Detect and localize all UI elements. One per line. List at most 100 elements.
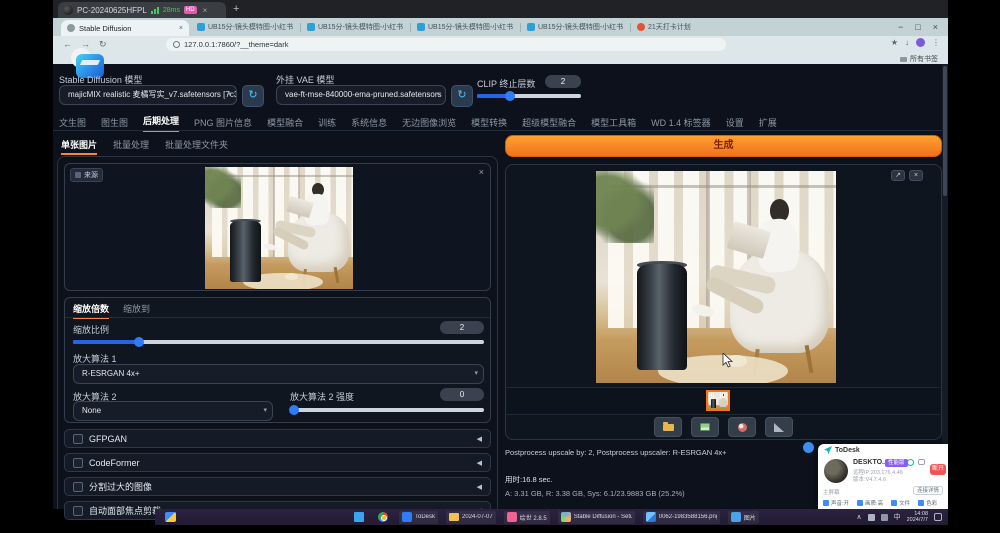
gfpgan-label: GFPGAN [89,434,471,444]
reload-icon[interactable]: ↻ [99,39,107,50]
voice-call-icon[interactable] [907,459,914,466]
site-info-icon[interactable] [173,41,180,48]
all-bookmarks-label: 所有书签 [910,54,938,64]
source-label: 来源 [84,170,98,180]
accordion-codeformer[interactable]: CodeFormer ◀ [64,453,491,472]
browser-menu-icon[interactable]: ⋮ [932,38,940,47]
source-image[interactable] [205,167,353,289]
refresh-model-button[interactable]: ↻ [242,85,264,107]
gfpgan-checkbox[interactable] [73,434,83,444]
upscaler2-strength-slider[interactable] [290,408,484,412]
send-to-extras-button[interactable] [728,417,756,437]
taskbar-chrome[interactable] [375,511,391,524]
bookmark-star-icon[interactable]: ★ [891,38,898,47]
disconnect-button[interactable]: 断开 [930,464,946,475]
accordion-gfpgan[interactable]: GFPGAN ◀ [64,429,491,448]
quality-toggle[interactable]: 画质:高 [857,499,883,507]
todesk-app-name: ToDesk [835,447,860,454]
upscaler2-strength-label: 放大算法 2 强度 [290,390,354,403]
page-scrollbar[interactable] [942,64,948,509]
tab-close-icon[interactable]: × [179,25,183,32]
connection-detail-link[interactable]: 连接详情 [913,486,943,495]
vae-dropdown[interactable]: vae-ft-mse-840000-ema-pruned.safetensors… [276,85,446,105]
sound-toggle[interactable]: 声音:开 [823,499,849,507]
tray-expand-icon[interactable]: ∧ [856,513,861,521]
screen: PC-20240625HFPL 28ms HD × + Stable Diffu… [0,0,1000,533]
close-button[interactable]: × [933,22,938,32]
split-oversized-checkbox[interactable] [73,482,83,492]
browser-tab[interactable]: UB15分-镜头模特图-小红书 [413,20,518,34]
taskbar-launcher[interactable]: 绘世 2.8.5 [504,511,550,524]
volume-icon[interactable] [868,514,875,521]
notification-center-icon[interactable] [934,513,942,521]
folder-icon [663,424,674,431]
browser-tab[interactable]: 21天打卡计划 [633,20,733,34]
browser-tab-active[interactable]: Stable Diffusion × [61,20,189,36]
chat-icon[interactable] [918,459,925,465]
codeformer-checkbox[interactable] [73,458,83,468]
close-session-icon[interactable]: × [203,6,208,15]
gallery-actions [506,417,941,437]
clock[interactable]: 14:08 2024/7/7 [907,511,928,523]
taskbar-item-label: Stable Diffusion - Setup [574,514,632,520]
subtab-batch-process[interactable]: 批量处理 [113,138,149,155]
gallery-thumbstrip [507,387,940,415]
clear-image-icon[interactable]: × [479,167,484,177]
remote-session-tab[interactable]: PC-20240625HFPL 28ms HD × [58,2,226,18]
scale-ratio-value[interactable]: 2 [440,321,484,334]
download-icon[interactable]: ↓ [905,38,909,47]
expand-result-button[interactable]: ↗ [891,170,905,181]
browser-tab-title: UB15分-镜头模特图-小红书 [318,22,403,32]
back-icon[interactable]: ← [63,39,72,49]
chevron-down-icon: ▾ [436,86,440,104]
upscaler2-strength-value[interactable]: 0 [440,388,484,401]
browser-tab-title: 21天打卡计划 [648,22,691,32]
browser-tab[interactable]: UB15分-镜头模特图-小红书 [193,20,298,34]
taskbar-todesk[interactable]: ToDesk [399,511,438,524]
send-to-img2img-button[interactable] [765,417,793,437]
todesk-widget: ToDesk DESKTO... 性能版 断开 远程IP:203.176.4.4… [818,444,948,512]
upscaler1-dropdown[interactable]: R-ESRGAN 4x+ ▾ [73,364,484,384]
close-result-button[interactable]: × [909,170,923,181]
all-bookmarks-button[interactable]: 所有书签 [900,54,938,64]
profile-avatar[interactable] [916,38,925,47]
gallery-thumbnail-selected[interactable] [706,390,730,411]
taskbar-folder[interactable]: 2024-07-07 [446,511,496,524]
refresh-vae-button[interactable]: ↻ [451,85,473,107]
source-tab-pill[interactable]: 来源 [70,168,103,182]
open-folder-button[interactable] [654,417,682,437]
browser-tabstrip: Stable Diffusion × UB15分-镜头模特图-小红书 UB15分… [53,18,948,36]
taskbar-photo[interactable]: 0062-1983588156.png [643,511,720,524]
start-button[interactable] [351,511,367,524]
subtab-single-image[interactable]: 单张图片 [61,138,97,155]
browser-tab[interactable]: UB15分-镜头模特图-小红书 [523,20,628,34]
todesk-chat-bubble[interactable] [803,442,814,453]
scale-ratio-slider[interactable] [73,340,484,344]
taskbar-pictures[interactable]: 图片 [728,511,759,524]
widgets-icon[interactable] [165,512,176,522]
file-transfer-button[interactable]: 文件 [891,499,910,507]
subtab-batch-folder[interactable]: 批量处理文件夹 [165,138,228,155]
minimize-button[interactable]: − [898,22,903,32]
color-mode-button[interactable]: 色彩 [918,499,937,507]
version-text: 版本:V4.7.4.6 [853,475,886,483]
network-icon[interactable] [881,514,888,521]
auto-face-crop-checkbox[interactable] [73,506,83,516]
result-image[interactable] [596,171,836,383]
taskbar-sd-setup[interactable]: Stable Diffusion - Setup [558,511,635,524]
url-field[interactable]: 127.0.0.1:7860/?__theme=dark [166,38,726,51]
save-image-button[interactable] [691,417,719,437]
maximize-button[interactable]: □ [915,22,920,32]
new-session-button[interactable]: + [233,3,239,15]
sd-webui: Stable Diffusion 模型 majicMIX realistic 麦… [53,64,948,509]
clip-skip-value[interactable]: 2 [545,75,581,88]
browser-tab[interactable]: UB15分-镜头模特图-小红书 [303,20,408,34]
accordion-split-oversized[interactable]: 分割过大的图像 ◀ [64,477,491,496]
upscaler2-dropdown[interactable]: None ▾ [73,401,273,421]
tab-favicon [197,23,205,31]
generate-button[interactable]: 生成 [505,135,942,157]
language-indicator[interactable]: 中 [894,512,901,522]
clip-skip-slider[interactable] [477,94,581,98]
source-image-dropzone[interactable]: 来源 × [64,163,491,291]
model-dropdown[interactable]: majicMIX realistic 麦橘写实_v7.safetensors [… [59,85,237,105]
